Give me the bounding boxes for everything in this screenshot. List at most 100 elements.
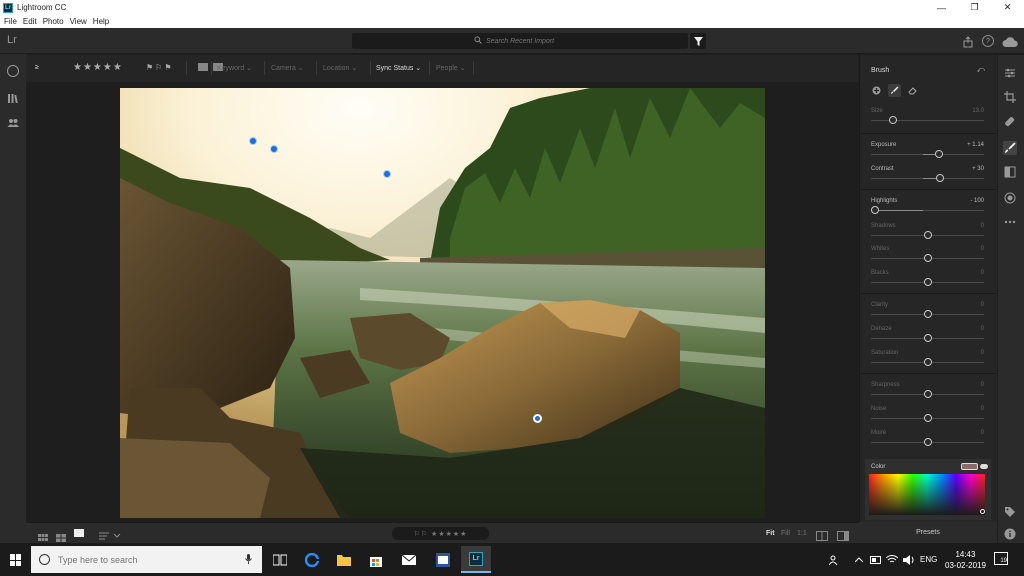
mail-icon[interactable] — [394, 546, 424, 573]
input-language[interactable]: ENG — [920, 543, 937, 576]
slider-handle[interactable] — [924, 231, 932, 239]
edit-sliders-icon[interactable] — [1003, 66, 1017, 80]
library-icon[interactable] — [7, 91, 19, 104]
menu-photo[interactable]: Photo — [43, 17, 64, 26]
photo-grid-view-icon[interactable] — [56, 529, 66, 542]
taskbar-search[interactable] — [31, 546, 262, 573]
brush-pin[interactable] — [270, 145, 278, 153]
color-picker[interactable]: Color — [865, 459, 991, 520]
reset-icon[interactable]: ⤺ — [976, 65, 985, 75]
lr-home-icon[interactable]: Lr — [7, 34, 17, 46]
taskbar-search-input[interactable] — [58, 554, 208, 565]
zoom-fill[interactable]: Fill — [781, 530, 790, 537]
slider-handle[interactable] — [924, 278, 932, 286]
slider-value[interactable]: - 100 — [970, 198, 984, 204]
zoom-fit[interactable]: Fit — [766, 530, 775, 537]
slider-value[interactable]: 0 — [981, 246, 984, 252]
slider-value[interactable]: 0 — [981, 223, 984, 229]
slider-handle[interactable] — [924, 414, 932, 422]
compare-icon[interactable] — [816, 528, 828, 541]
flag-filter[interactable]: ⚑⚐⚑ — [146, 63, 174, 72]
brush-tool-icon[interactable] — [888, 84, 901, 97]
minimize-button[interactable]: — — [925, 0, 958, 15]
share-icon[interactable] — [962, 35, 974, 48]
add-photos-icon[interactable] — [7, 65, 19, 77]
slider-handle[interactable] — [889, 116, 897, 124]
crop-icon[interactable] — [1003, 90, 1017, 104]
radial-gradient-icon[interactable] — [1003, 191, 1017, 205]
brush-pin[interactable] — [249, 137, 257, 145]
sync-status-dropdown[interactable]: Sync Status ⌄ — [376, 64, 421, 72]
slider-value[interactable]: 0 — [981, 406, 984, 412]
close-button[interactable]: ✕ — [991, 0, 1024, 15]
panel-toggle-icon[interactable] — [837, 528, 849, 541]
color-swatch[interactable] — [961, 463, 978, 470]
zoom-1to1[interactable]: 1:1 — [797, 530, 807, 537]
slider-value[interactable]: 0 — [981, 326, 984, 332]
keyword-dropdown[interactable]: Keyword ⌄ — [217, 64, 252, 72]
rating-operator[interactable]: ≥ — [35, 64, 39, 71]
slider-value[interactable]: + 1.14 — [967, 142, 984, 148]
slider-handle[interactable] — [924, 438, 932, 446]
slider-handle[interactable] — [924, 390, 932, 398]
sort-icon[interactable] — [99, 528, 121, 540]
slider-value[interactable]: 0 — [981, 302, 984, 308]
square-grid-view-icon[interactable] — [38, 529, 48, 541]
microphone-icon[interactable] — [245, 553, 252, 566]
edge-browser-icon[interactable] — [297, 546, 327, 573]
photo-rating-widget[interactable]: ⚐⚐ ★★★★★ — [392, 527, 489, 540]
people-dropdown[interactable]: People ⌄ — [436, 64, 466, 72]
slider-handle[interactable] — [924, 358, 932, 366]
camera-dropdown[interactable]: Camera ⌄ — [271, 64, 304, 72]
cloud-sync-icon[interactable] — [1002, 35, 1018, 47]
menu-edit[interactable]: Edit — [23, 17, 37, 26]
menu-file[interactable]: File — [4, 17, 17, 26]
presets-button[interactable]: Presets — [859, 522, 997, 543]
task-view-icon[interactable] — [265, 546, 295, 573]
slider-value[interactable]: 0 — [981, 382, 984, 388]
volume-icon[interactable] — [903, 543, 915, 576]
slider-value[interactable]: 0 — [981, 430, 984, 436]
color-toggle[interactable] — [980, 464, 988, 469]
word-icon[interactable] — [428, 546, 458, 573]
linear-gradient-icon[interactable] — [1003, 165, 1017, 179]
slider-handle[interactable] — [936, 174, 944, 182]
photo-preview[interactable] — [120, 88, 765, 518]
slider-handle[interactable] — [924, 334, 932, 342]
lightroom-taskbar-app[interactable]: Lr — [461, 546, 491, 573]
color-picker-handle[interactable] — [980, 509, 985, 514]
maximize-button[interactable]: ❐ — [958, 0, 991, 15]
system-clock[interactable]: 14:43 03-02-2019 — [945, 549, 986, 571]
menu-help[interactable]: Help — [93, 17, 109, 26]
wifi-icon[interactable] — [886, 543, 898, 576]
help-icon[interactable]: ? — [982, 35, 994, 47]
search-input[interactable] — [486, 37, 566, 45]
brush-pin[interactable] — [383, 170, 391, 178]
action-center-icon[interactable]: 19 — [994, 552, 1008, 565]
slider-value[interactable]: + 30 — [972, 166, 984, 172]
menu-view[interactable]: View — [70, 17, 87, 26]
show-hidden-icons[interactable] — [855, 543, 863, 576]
people-tray-icon[interactable] — [829, 543, 841, 576]
info-icon[interactable] — [1003, 527, 1017, 541]
slider-handle[interactable] — [935, 150, 943, 158]
location-dropdown[interactable]: Location ⌄ — [323, 64, 357, 72]
slider-handle[interactable] — [871, 206, 879, 214]
slider-handle[interactable] — [924, 254, 932, 262]
slider-track[interactable] — [871, 120, 984, 121]
file-explorer-icon[interactable] — [329, 546, 359, 573]
more-icon[interactable] — [1003, 215, 1017, 229]
battery-icon[interactable] — [870, 543, 882, 576]
brush-add-icon[interactable] — [870, 84, 883, 97]
slider-value[interactable]: 13.0 — [972, 108, 984, 114]
photo-type-icon[interactable] — [198, 63, 208, 71]
slider-handle[interactable] — [924, 310, 932, 318]
healing-brush-icon[interactable] — [1003, 115, 1017, 129]
people-icon[interactable] — [7, 116, 19, 128]
brush-icon[interactable] — [1003, 141, 1017, 155]
brush-pin-selected[interactable] — [533, 414, 542, 423]
eraser-icon[interactable] — [906, 84, 919, 97]
slider-value[interactable]: 0 — [981, 270, 984, 276]
search-bar[interactable] — [352, 33, 688, 49]
rating-filter-stars[interactable]: ★★★★★ — [73, 62, 123, 73]
